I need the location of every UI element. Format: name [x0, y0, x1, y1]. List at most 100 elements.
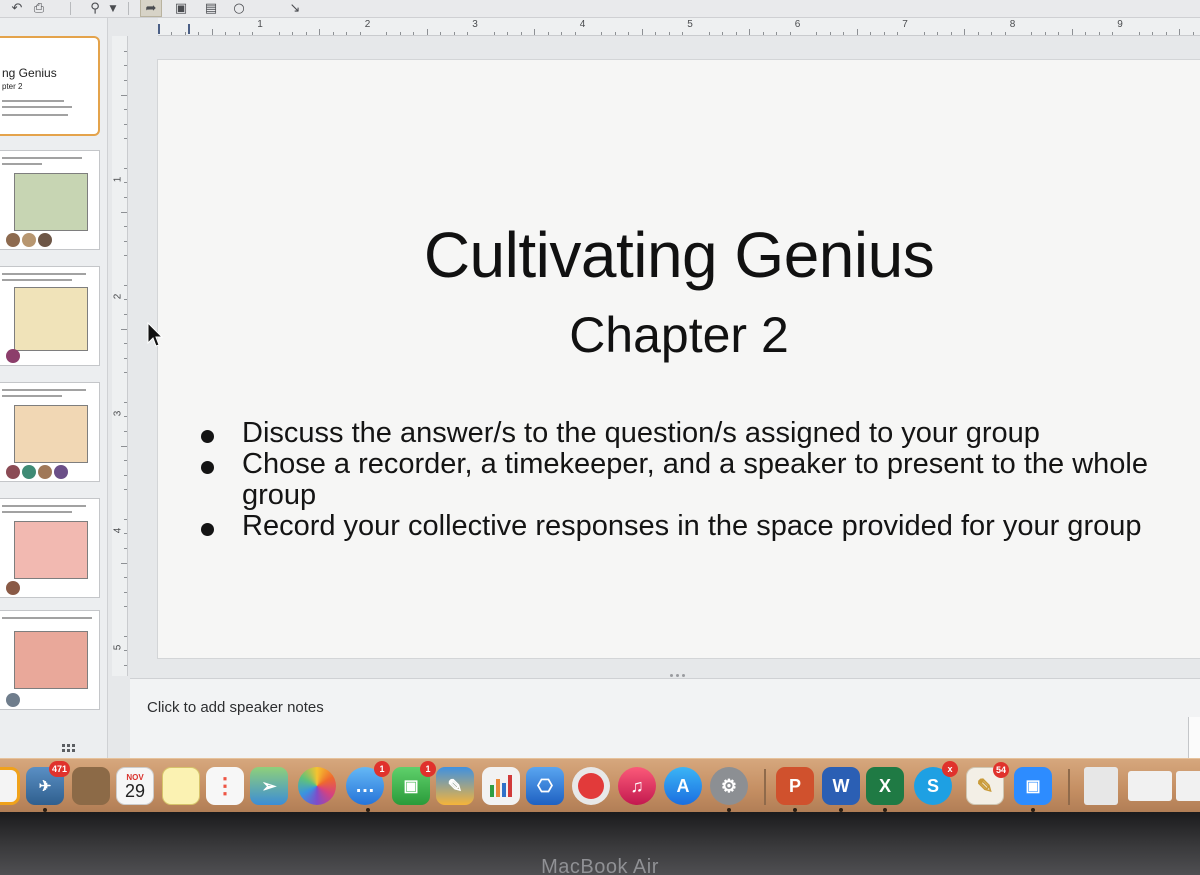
- vertical-ruler[interactable]: 1 2 3 4 5: [112, 36, 128, 676]
- thumb-text-line: [2, 279, 72, 281]
- ruler-tick: [574, 32, 576, 35]
- ruler-tick: [829, 32, 831, 35]
- news-icon[interactable]: [572, 767, 610, 805]
- contacts-icon[interactable]: [72, 767, 110, 805]
- macbook-label: MacBook Air: [541, 856, 659, 875]
- ruler-tick: [534, 29, 536, 35]
- app-store-icon[interactable]: A: [664, 767, 702, 805]
- word-icon[interactable]: W: [822, 767, 860, 805]
- ruler-tick: [682, 32, 684, 35]
- textedit-icon[interactable]: ✎ 54: [966, 762, 1009, 805]
- ruler-tick: [870, 32, 872, 35]
- dock-separator: [764, 769, 766, 805]
- photos-folder-icon[interactable]: ✈ 471: [26, 761, 70, 805]
- thumb-text-line: [2, 617, 92, 619]
- music-icon[interactable]: ♫: [618, 767, 656, 805]
- reminders-icon[interactable]: ⋮: [206, 767, 244, 805]
- zoom-app-icon[interactable]: ▣: [1014, 767, 1052, 805]
- ruler-tick: [426, 29, 428, 35]
- slide-filmstrip[interactable]: ng Genius pter 2: [0, 18, 108, 758]
- slide-thumbnail-6[interactable]: [0, 610, 100, 710]
- laptop-bezel: MacBook Air: [0, 812, 1200, 875]
- ruler-tick: [561, 32, 563, 35]
- excel-icon[interactable]: X: [866, 767, 904, 805]
- ruler-tick: [124, 299, 127, 301]
- ruler-tick: [305, 32, 307, 35]
- ruler-tick: [467, 32, 469, 35]
- numbers-icon[interactable]: [482, 767, 520, 805]
- photos-badge: 471: [48, 761, 70, 777]
- select-arrow-icon[interactable]: ➦: [140, 0, 162, 17]
- notes-app-icon[interactable]: [162, 767, 200, 805]
- horizontal-ruler[interactable]: 1 2 3 4 5 6 7 8 9: [158, 18, 1200, 36]
- editor-workspace: ng Genius pter 2 1 2 3 4 5 6 7 8 9 1 2 3…: [0, 18, 1200, 759]
- ruler-tick: [453, 32, 455, 35]
- ruler-tick: [1098, 32, 1100, 35]
- ruler-tick: [238, 32, 240, 35]
- speaker-notes-placeholder[interactable]: Click to add speaker notes: [147, 699, 324, 716]
- left-margin-marker[interactable]: [158, 24, 160, 34]
- chrome-icon[interactable]: [0, 767, 20, 805]
- ruler-tick: [359, 32, 361, 35]
- mouse-cursor-icon: [147, 321, 164, 347]
- slide-thumbnail-4[interactable]: [0, 382, 100, 482]
- ruler-tick: [124, 518, 127, 520]
- slide-subtitle[interactable]: Chapter 2: [158, 306, 1200, 364]
- skype-letter: S: [926, 775, 939, 796]
- ruler-tick: [413, 32, 415, 35]
- screenshot-icon[interactable]: [1128, 771, 1172, 801]
- ruler-tick: [332, 32, 334, 35]
- grid-view-icon[interactable]: [62, 744, 76, 754]
- ruler-tick: [124, 401, 127, 403]
- image-icon[interactable]: ▤: [200, 0, 222, 17]
- ruler-tick: [124, 635, 127, 637]
- notes-resize-handle[interactable]: [670, 674, 685, 677]
- line-icon[interactable]: ↘: [284, 0, 306, 17]
- keynote-icon[interactable]: ⎔: [526, 767, 564, 805]
- ruler-tick: [1165, 32, 1167, 35]
- maps-icon[interactable]: ➢: [250, 767, 288, 805]
- toolbar-separator: [70, 2, 71, 15]
- slide-thumbnail-2[interactable]: [0, 150, 100, 250]
- dropdown-icon[interactable]: ▼: [106, 0, 120, 17]
- messages-icon[interactable]: … 1: [346, 761, 390, 805]
- facetime-icon[interactable]: ▣ 1: [392, 761, 436, 805]
- undo-icon[interactable]: ↶: [6, 0, 28, 17]
- thumb-text-line: [2, 511, 72, 513]
- notes-scrollbar[interactable]: [1188, 717, 1200, 759]
- pages-icon[interactable]: ✎: [436, 767, 474, 805]
- ruler-tick: [198, 32, 200, 35]
- slide-title[interactable]: Cultivating Genius: [158, 218, 1200, 292]
- ruler-tick: [1031, 32, 1033, 35]
- indent-marker[interactable]: [188, 24, 190, 34]
- print-icon[interactable]: ⎙: [28, 0, 50, 17]
- slide-thumbnail-1[interactable]: ng Genius pter 2: [0, 36, 100, 136]
- ruler-tick: [121, 328, 127, 330]
- system-preferences-icon[interactable]: ⚙: [710, 767, 748, 805]
- word-letter: W: [832, 775, 850, 796]
- slide-canvas[interactable]: Cultivating Genius Chapter 2 Discuss the…: [158, 60, 1200, 658]
- slide-thumbnail-3[interactable]: [0, 266, 100, 366]
- slide-bullet-list[interactable]: Discuss the answer/s to the question/s a…: [198, 418, 1148, 542]
- ruler-tick: [923, 32, 925, 35]
- ruler-number: 2: [112, 293, 124, 300]
- ruler-number: 5: [687, 19, 693, 30]
- speaker-notes-panel[interactable]: Click to add speaker notes: [130, 678, 1200, 759]
- slide-thumbnail-5[interactable]: [0, 498, 100, 598]
- ruler-tick: [614, 32, 616, 35]
- shape-icon[interactable]: ○: [228, 0, 250, 17]
- ruler-tick: [124, 577, 127, 579]
- ruler-tick: [124, 547, 127, 549]
- downloads-icon[interactable]: [1176, 771, 1200, 801]
- photos-icon[interactable]: [298, 767, 336, 805]
- ruler-tick: [124, 372, 127, 374]
- textbox-icon[interactable]: ▣: [170, 0, 192, 17]
- zoom-icon[interactable]: ⚲: [84, 0, 106, 17]
- calendar-icon[interactable]: NOV 29: [116, 767, 154, 805]
- skype-icon[interactable]: S x: [914, 761, 958, 805]
- powerpoint-icon[interactable]: P: [776, 767, 814, 805]
- ruler-number: 8: [1009, 19, 1016, 30]
- document-stack-icon[interactable]: [1084, 767, 1118, 805]
- ruler-number: 9: [1117, 19, 1123, 30]
- thumb-avatars: [6, 693, 20, 707]
